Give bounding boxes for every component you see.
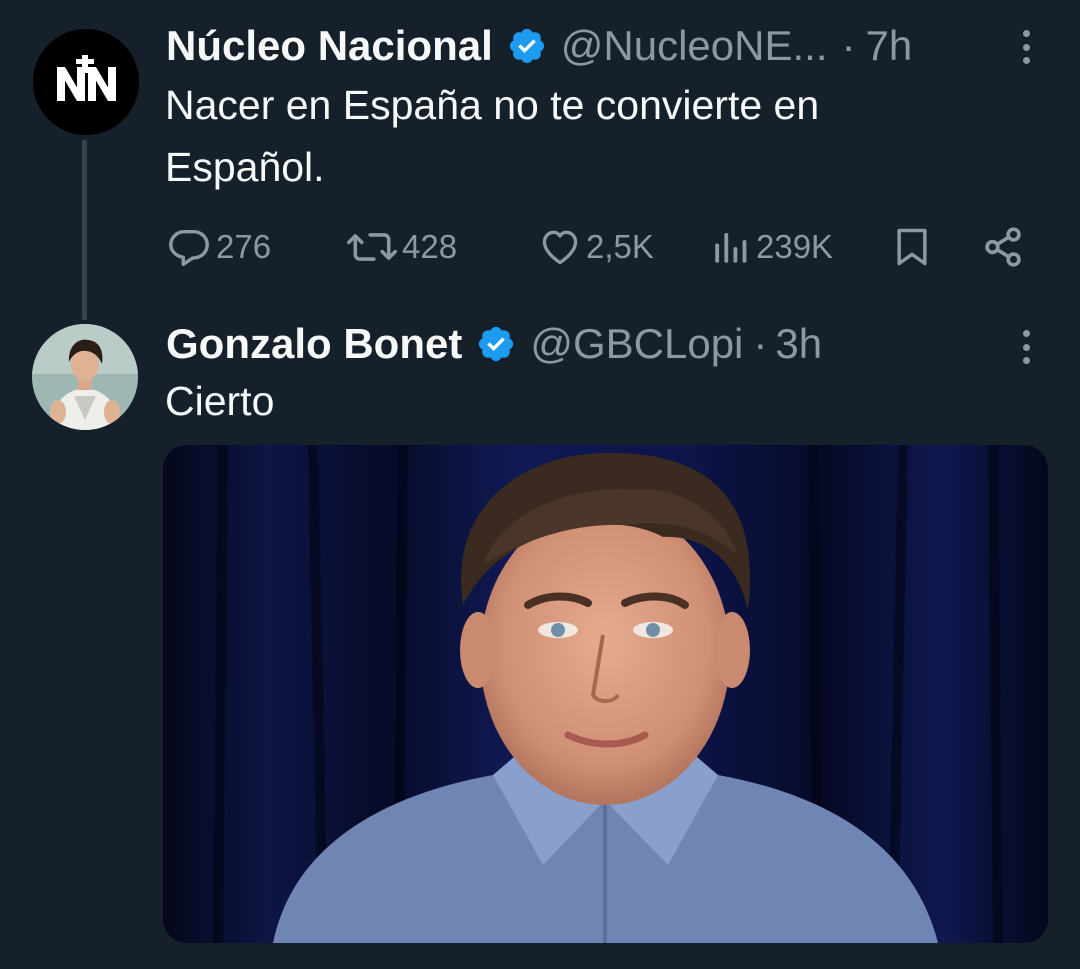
tweet-text-line: Nacer en España no te convierte en — [165, 82, 820, 128]
repost-icon — [347, 233, 397, 261]
parent-tweet-header: Núcleo Nacional @NucleoNE... · 7h — [166, 22, 912, 70]
tweet-time[interactable]: 3h — [775, 320, 822, 368]
views-icon — [715, 233, 747, 263]
parent-tweet[interactable]: Núcleo Nacional @NucleoNE... · 7h Nacer … — [0, 0, 1080, 320]
thread-connector-line — [82, 140, 87, 320]
author-handle[interactable]: @GBCLopi — [530, 320, 743, 368]
tweet-text-line: Español. — [165, 144, 325, 190]
tweet-image[interactable] — [163, 445, 1048, 943]
author-handle[interactable]: @NucleoNE... — [561, 22, 828, 70]
reply-icon — [169, 229, 209, 266]
reply-count: 276 — [216, 228, 272, 265]
tweet-text-line: Cierto — [165, 378, 275, 424]
author-name[interactable]: Gonzalo Bonet — [166, 320, 462, 368]
like-count: 2,5K — [586, 228, 654, 265]
repost-count: 428 — [402, 228, 458, 265]
like-icon — [542, 230, 578, 265]
portrait-photo-icon — [163, 445, 1048, 943]
nucleo-logo-icon — [33, 29, 139, 135]
like-button[interactable]: 2,5K — [538, 224, 654, 270]
tweet-time[interactable]: 7h — [866, 22, 913, 70]
nucleo-avatar[interactable] — [33, 29, 139, 135]
action-bar: 276 428 2,5K 239K — [166, 224, 1026, 270]
tweet-text: Nacer en España no te convierte en Españ… — [165, 74, 819, 198]
time-separator: · — [841, 22, 856, 69]
bookmark-button[interactable] — [890, 224, 934, 270]
repost-button[interactable]: 428 — [346, 224, 457, 270]
profile-photo-icon — [32, 324, 138, 430]
share-icon — [985, 227, 1021, 267]
share-button[interactable] — [980, 224, 1026, 270]
author-name[interactable]: Núcleo Nacional — [166, 22, 493, 70]
more-options-icon[interactable] — [1016, 330, 1036, 364]
tweet-text: Cierto — [165, 370, 274, 432]
gonzalo-avatar[interactable] — [32, 324, 138, 430]
verified-badge-icon — [507, 26, 547, 66]
reply-tweet-header: Gonzalo Bonet @GBCLopi · 3h — [166, 320, 822, 368]
views-count: 239K — [756, 228, 834, 265]
reply-button[interactable]: 276 — [166, 224, 271, 270]
more-options-icon[interactable] — [1016, 30, 1036, 64]
verified-badge-icon — [476, 324, 516, 364]
bookmark-icon — [897, 228, 927, 266]
views-button[interactable]: 239K — [710, 224, 833, 270]
time-separator: · — [753, 320, 768, 367]
